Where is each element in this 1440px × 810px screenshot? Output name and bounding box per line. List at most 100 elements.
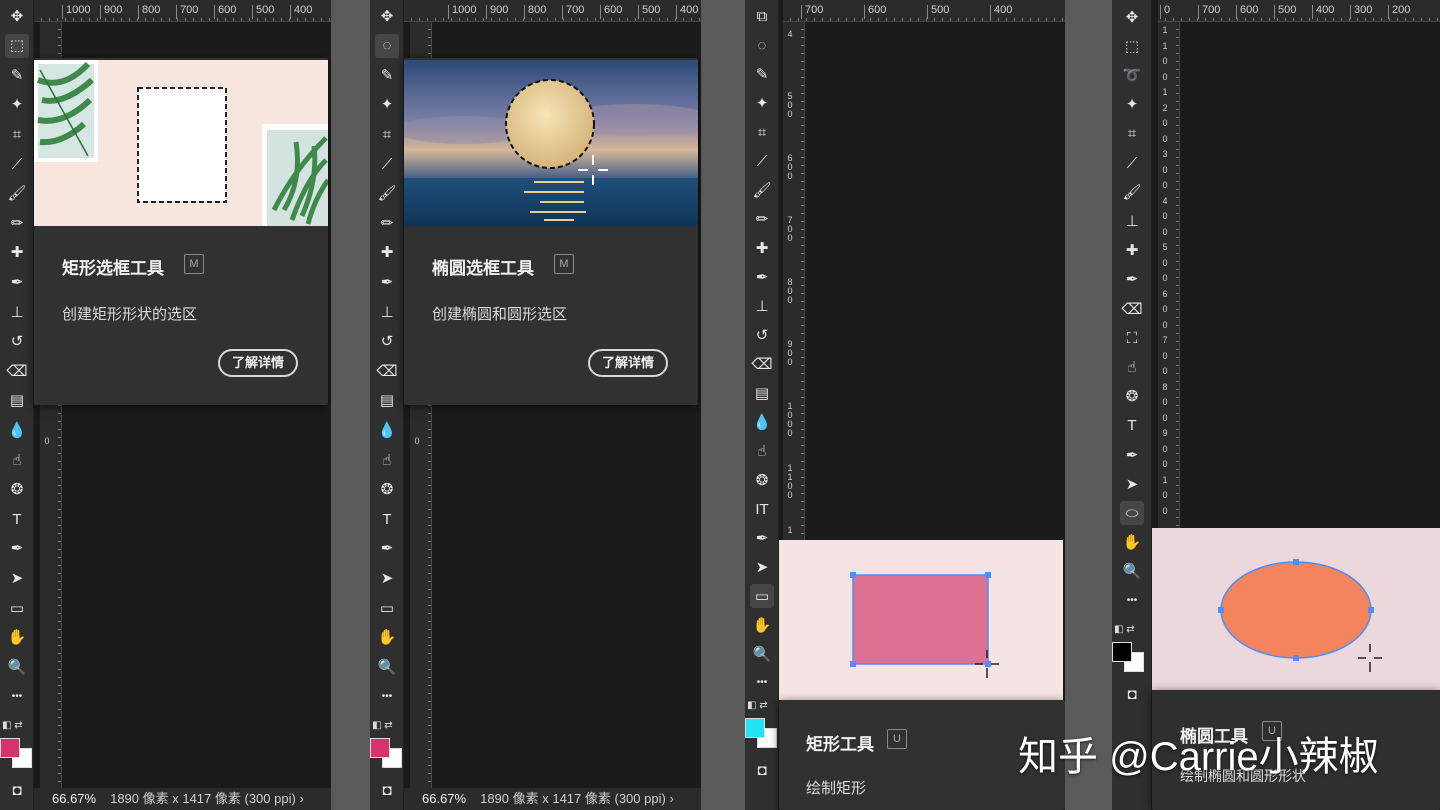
polygonal-lasso-icon[interactable]: ✎ [375, 63, 399, 87]
pencil-icon[interactable]: ✏ [750, 207, 774, 231]
eraser-icon[interactable]: ⌫ [750, 352, 774, 376]
history-brush-icon[interactable]: ↺ [5, 330, 29, 354]
more-tools-icon[interactable]: ••• [750, 671, 774, 695]
quick-mask-icon[interactable]: ◘ [375, 778, 399, 802]
artboard-icon[interactable]: ⧉ [750, 4, 774, 28]
default-colors-icon[interactable]: ◧ ⇄ [2, 720, 23, 731]
type-icon[interactable]: T [375, 507, 399, 531]
mixer-brush-icon[interactable]: ✒ [5, 270, 29, 294]
brush-icon[interactable]: 🖌 [1120, 180, 1144, 204]
clone-stamp-icon[interactable]: ⊥ [5, 300, 29, 324]
gradient-icon[interactable]: ▤ [375, 389, 399, 413]
document-info[interactable]: 1890 像素 x 1417 像素 (300 ppi) [480, 791, 666, 806]
eyedropper-icon[interactable]: ⟋ [5, 152, 29, 176]
healing-brush-icon[interactable]: ✚ [1120, 239, 1144, 263]
blur-icon[interactable]: 💧 [5, 418, 29, 442]
default-colors-icon[interactable]: ◧ ⇄ [372, 720, 393, 731]
default-colors-icon[interactable]: ◧ ⇄ [1114, 624, 1135, 635]
mixer-brush-icon[interactable]: ✒ [375, 270, 399, 294]
pen-icon[interactable]: ✒ [750, 526, 774, 550]
path-selection-icon[interactable]: ➤ [5, 566, 29, 590]
learn-more-button[interactable]: 了解详情 [218, 349, 299, 377]
zoom-icon[interactable]: 🔍 [5, 655, 29, 679]
zoom-icon[interactable]: 🔍 [750, 642, 774, 666]
move-icon[interactable]: ✥ [1120, 5, 1144, 29]
eyedropper-icon[interactable]: ⟋ [1120, 151, 1144, 175]
pen-icon[interactable]: ✒ [1120, 443, 1144, 467]
learn-more-button[interactable]: 了解详情 [588, 349, 669, 377]
rectangular-marquee-icon[interactable]: ⬚ [1120, 34, 1144, 58]
smudge-icon[interactable]: ☝ [5, 448, 29, 472]
type-icon[interactable]: T [1120, 414, 1144, 438]
smudge-icon[interactable]: ☝ [750, 439, 774, 463]
pencil-icon[interactable]: ✏ [375, 211, 399, 235]
brush-icon[interactable]: 🖌 [5, 182, 29, 206]
paint-bucket-icon[interactable]: ⛶ [1120, 326, 1144, 350]
healing-brush-icon[interactable]: ✚ [5, 241, 29, 265]
mixer-brush-icon[interactable]: ✒ [750, 265, 774, 289]
clone-stamp-icon[interactable]: ⊥ [1120, 209, 1144, 233]
crop-icon[interactable]: ⌗ [1120, 122, 1144, 146]
status-arrow[interactable]: › [669, 791, 673, 806]
foreground-color-swatch[interactable] [0, 738, 20, 758]
crop-icon[interactable]: ⌗ [5, 122, 29, 146]
zoom-level[interactable]: 66.67% [422, 791, 466, 806]
move-icon[interactable]: ✥ [5, 4, 29, 28]
eraser-icon[interactable]: ⌫ [375, 359, 399, 383]
foreground-color-swatch[interactable] [1112, 642, 1132, 662]
crop-icon[interactable]: ⌗ [375, 122, 399, 146]
polygonal-lasso-icon[interactable]: ✎ [750, 62, 774, 86]
path-selection-icon[interactable]: ➤ [750, 555, 774, 579]
magic-wand-icon[interactable]: ✦ [1120, 93, 1144, 117]
brush-icon[interactable]: 🖌 [375, 182, 399, 206]
magic-wand-icon[interactable]: ✦ [375, 93, 399, 117]
zoom-level[interactable]: 66.67% [52, 791, 96, 806]
magic-wand-icon[interactable]: ✦ [5, 93, 29, 117]
rectangle-tool-icon[interactable]: ▭ [5, 596, 29, 620]
quick-mask-icon[interactable]: ◘ [1120, 682, 1144, 706]
hand-icon[interactable]: ✋ [375, 626, 399, 650]
clone-stamp-icon[interactable]: ⊥ [750, 294, 774, 318]
blur-icon[interactable]: 💧 [375, 418, 399, 442]
crop-icon[interactable]: ⌗ [750, 120, 774, 144]
status-arrow[interactable]: › [299, 791, 303, 806]
mixer-brush-icon[interactable]: ✒ [1120, 268, 1144, 292]
magic-wand-icon[interactable]: ✦ [750, 91, 774, 115]
quick-mask-icon[interactable]: ◘ [750, 758, 774, 782]
rectangle-tool-icon[interactable]: ▭ [375, 596, 399, 620]
healing-brush-icon[interactable]: ✚ [375, 241, 399, 265]
move-icon[interactable]: ✥ [375, 4, 399, 28]
default-colors-icon[interactable]: ◧ ⇄ [747, 700, 768, 711]
smudge-icon[interactable]: ☝ [375, 448, 399, 472]
elliptical-marquee-icon[interactable]: ◌ [375, 33, 399, 58]
zoom-icon[interactable]: 🔍 [375, 655, 399, 679]
smudge-icon[interactable]: ☝ [1120, 355, 1144, 379]
healing-brush-icon[interactable]: ✚ [750, 236, 774, 260]
path-selection-icon[interactable]: ➤ [1120, 472, 1144, 496]
pencil-icon[interactable]: ✏ [5, 211, 29, 235]
hand-icon[interactable]: ✋ [1120, 531, 1144, 555]
eraser-icon[interactable]: ⌫ [1120, 297, 1144, 321]
brush-icon[interactable]: 🖌 [750, 178, 774, 202]
more-tools-icon[interactable]: ••• [1120, 589, 1144, 613]
rectangular-marquee-icon[interactable]: ⬚ [5, 33, 29, 58]
document-info[interactable]: 1890 像素 x 1417 像素 (300 ppi) [110, 791, 296, 806]
polygonal-lasso-icon[interactable]: ✎ [5, 63, 29, 87]
foreground-color-swatch[interactable] [745, 718, 765, 738]
lasso-icon[interactable]: ➰ [1120, 63, 1144, 87]
quick-mask-icon[interactable]: ◘ [5, 778, 29, 802]
hand-icon[interactable]: ✋ [750, 613, 774, 637]
vertical-type-icon[interactable]: IT [750, 497, 774, 521]
clone-stamp-icon[interactable]: ⊥ [375, 300, 399, 324]
foreground-color-swatch[interactable] [370, 738, 390, 758]
sponge-icon[interactable]: ❂ [1120, 385, 1144, 409]
gradient-icon[interactable]: ▤ [750, 381, 774, 405]
blur-icon[interactable]: 💧 [750, 410, 774, 434]
eyedropper-icon[interactable]: ⟋ [750, 149, 774, 173]
gradient-icon[interactable]: ▤ [5, 389, 29, 413]
path-selection-icon[interactable]: ➤ [375, 566, 399, 590]
hand-icon[interactable]: ✋ [5, 626, 29, 650]
sponge-icon[interactable]: ❂ [5, 478, 29, 502]
ellipse-tool-icon[interactable]: ⬭ [1120, 501, 1144, 526]
eraser-icon[interactable]: ⌫ [5, 359, 29, 383]
